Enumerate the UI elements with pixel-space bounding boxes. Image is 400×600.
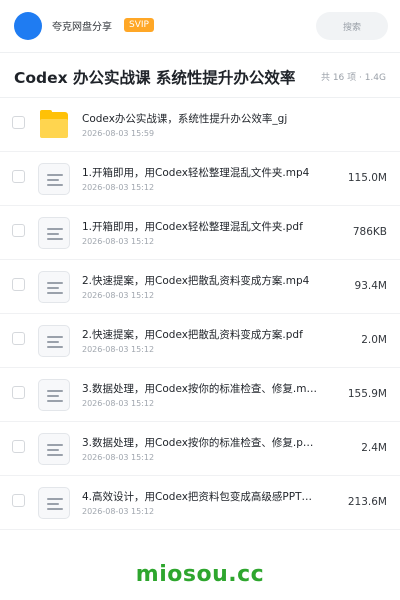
file-name: 1.开箱即用，用Codex轻松整理混乱文件夹.mp4	[82, 167, 310, 179]
folder-header: Codex 办公实战课 系统性提升办公效率 共 16 项 · 1.4G	[0, 53, 400, 97]
file-date: 2026-08-03 15:12	[82, 237, 155, 246]
file-row[interactable]: 2.快速提案，用Codex把散乱资料变成方案.mp4 2026-08-03 15:…	[0, 260, 400, 314]
file-date: 2026-08-03 15:59	[82, 129, 155, 138]
file-size: 2.0M	[361, 334, 387, 346]
file-row[interactable]: 3.数据处理，用Codex按你的标准检查、修复.m… 2026-08-03 15:…	[0, 368, 400, 422]
document-icon	[38, 379, 70, 411]
file-checkbox[interactable]	[12, 116, 25, 129]
file-checkbox[interactable]	[12, 440, 25, 453]
item-count: 共 16 项 · 1.4G	[320, 73, 386, 83]
document-icon	[38, 217, 70, 249]
file-checkbox[interactable]	[12, 332, 25, 345]
watermark: miosou.cc	[135, 562, 265, 587]
file-date: 2026-08-03 15:12	[82, 183, 155, 192]
file-row[interactable]: 4.高效设计，用Codex把资料包变成高级感PPT… 2026-08-03 15:…	[0, 476, 400, 530]
file-checkbox[interactable]	[12, 494, 25, 507]
file-size: 115.0M	[347, 172, 387, 184]
document-icon	[38, 487, 70, 519]
file-checkbox[interactable]	[12, 386, 25, 399]
folder-icon	[38, 109, 70, 141]
file-checkbox[interactable]	[12, 170, 25, 183]
file-name: 2.快速提案，用Codex把散乱资料变成方案.mp4	[82, 275, 310, 287]
file-date: 2026-08-03 15:12	[82, 453, 155, 462]
document-icon	[38, 271, 70, 303]
file-row[interactable]: 3.数据处理，用Codex按你的标准检查、修复.p… 2026-08-03 15:…	[0, 422, 400, 476]
file-size: 2.4M	[361, 442, 387, 454]
file-date: 2026-08-03 15:12	[82, 507, 155, 516]
file-name: 2.快速提案，用Codex把散乱资料变成方案.pdf	[82, 329, 303, 341]
file-row[interactable]: 1.开箱即用，用Codex轻松整理混乱文件夹.mp4 2026-08-03 15:…	[0, 152, 400, 206]
search-input[interactable]: 搜索	[316, 12, 388, 40]
share-name: 夸克网盘分享	[52, 22, 112, 33]
file-date: 2026-08-03 15:12	[82, 291, 155, 300]
file-name: 3.数据处理，用Codex按你的标准检查、修复.p…	[82, 437, 314, 449]
file-row[interactable]: Codex办公实战课，系统性提升办公效率_gj 2026-08-03 15:59	[0, 98, 400, 152]
file-size: 786KB	[352, 226, 387, 238]
document-icon	[38, 433, 70, 465]
file-checkbox[interactable]	[12, 278, 25, 291]
file-row[interactable]: 2.快速提案，用Codex把散乱资料变成方案.pdf 2026-08-03 15:…	[0, 314, 400, 368]
file-name: 1.开箱即用，用Codex轻松整理混乱文件夹.pdf	[82, 221, 303, 233]
page-title: Codex 办公实战课 系统性提升办公效率	[14, 69, 296, 87]
file-size: 155.9M	[347, 388, 387, 400]
file-date: 2026-08-03 15:12	[82, 399, 155, 408]
file-list: Codex办公实战课，系统性提升办公效率_gj 2026-08-03 15:59 1…	[0, 98, 400, 530]
top-bar: 夸克网盘分享 SVIP 搜索	[0, 0, 400, 52]
document-icon	[38, 163, 70, 195]
svip-badge: SVIP	[124, 18, 154, 32]
document-icon	[38, 325, 70, 357]
file-name: Codex办公实战课，系统性提升办公效率_gj	[82, 113, 288, 125]
file-name: 4.高效设计，用Codex把资料包变成高级感PPT…	[82, 491, 313, 503]
avatar[interactable]	[14, 12, 42, 40]
file-size: 93.4M	[354, 280, 387, 292]
file-row[interactable]: 1.开箱即用，用Codex轻松整理混乱文件夹.pdf 2026-08-03 15:…	[0, 206, 400, 260]
file-date: 2026-08-03 15:12	[82, 345, 155, 354]
file-checkbox[interactable]	[12, 224, 25, 237]
file-size: 213.6M	[347, 496, 387, 508]
file-name: 3.数据处理，用Codex按你的标准检查、修复.m…	[82, 383, 317, 395]
